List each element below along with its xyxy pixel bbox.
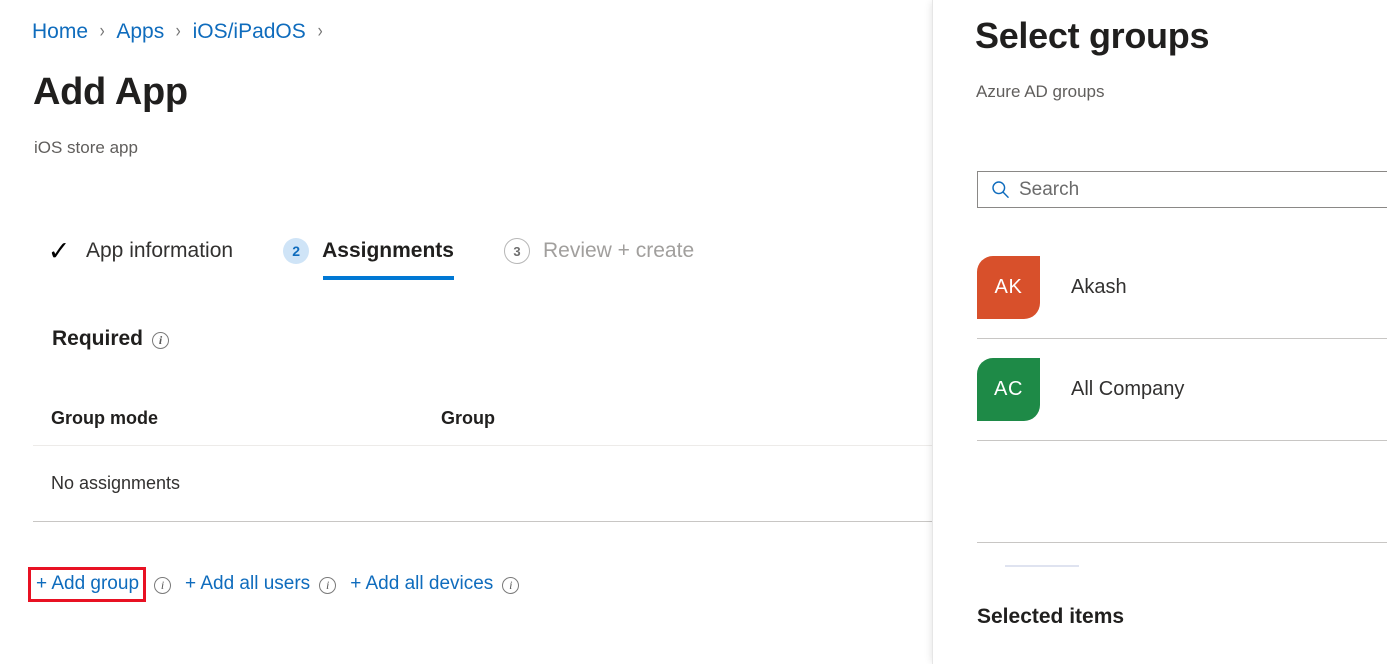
- list-item[interactable]: AK Akash: [977, 237, 1387, 339]
- breadcrumb-item-ios-ipados[interactable]: iOS/iPadOS: [193, 20, 306, 44]
- info-icon[interactable]: i: [319, 577, 336, 594]
- info-icon[interactable]: i: [502, 577, 519, 594]
- search-box[interactable]: [977, 171, 1387, 208]
- add-group-highlight-box: + Add group: [28, 567, 146, 602]
- wizard-step-assignments[interactable]: 2 Assignments: [283, 238, 454, 280]
- breadcrumb: Home › Apps › iOS/iPadOS ›: [32, 20, 334, 44]
- list-item[interactable]: AC All Company: [977, 339, 1387, 441]
- column-header-group: Group: [441, 408, 495, 429]
- page-title: Add App: [33, 72, 188, 114]
- check-icon: ✓: [46, 238, 72, 264]
- add-group-button[interactable]: + Add group: [36, 573, 139, 595]
- assignment-action-links: + Add group i + Add all users i + Add al…: [33, 568, 519, 600]
- wizard-step-label: Assignments: [322, 239, 454, 263]
- main-content-pane: Home › Apps › iOS/iPadOS › Add App iOS s…: [0, 0, 932, 664]
- partial-row-sliver: [1005, 565, 1079, 567]
- flyout-title: Select groups: [975, 16, 1209, 56]
- breadcrumb-separator-icon: ›: [176, 21, 181, 43]
- wizard-step-app-information[interactable]: ✓ App information: [46, 238, 233, 280]
- required-section-heading: Required i: [52, 327, 169, 351]
- group-name: All Company: [1071, 378, 1184, 401]
- flyout-subtitle: Azure AD groups: [976, 82, 1105, 102]
- page-subtitle: iOS store app: [34, 138, 138, 158]
- wizard-step-review-create[interactable]: 3 Review + create: [504, 238, 694, 280]
- group-name: Akash: [1071, 276, 1127, 299]
- search-input[interactable]: [1019, 179, 1386, 201]
- group-list-empty-row: [977, 441, 1387, 543]
- add-all-devices-button[interactable]: + Add all devices: [350, 573, 493, 595]
- assignments-table: Group mode Group No assignments: [33, 408, 932, 522]
- breadcrumb-item-apps[interactable]: Apps: [116, 20, 164, 44]
- select-groups-flyout: Select groups Azure AD groups AK Akash A…: [932, 0, 1387, 664]
- required-label: Required: [52, 327, 143, 351]
- active-tab-underline: [323, 276, 454, 280]
- wizard-step-label: App information: [86, 239, 233, 263]
- column-header-group-mode: Group mode: [51, 408, 441, 429]
- add-all-users-action: + Add all users i: [185, 573, 336, 595]
- step-number-badge: 2: [283, 238, 309, 264]
- wizard-steps: ✓ App information 2 Assignments 3 Review…: [46, 238, 694, 298]
- add-all-devices-action: + Add all devices i: [350, 573, 519, 595]
- info-icon[interactable]: i: [154, 577, 171, 594]
- cell-no-assignments: No assignments: [51, 473, 180, 494]
- breadcrumb-separator-icon: ›: [317, 21, 322, 43]
- table-header-row: Group mode Group: [33, 408, 932, 446]
- info-icon[interactable]: i: [152, 332, 169, 349]
- avatar: AC: [977, 358, 1040, 421]
- add-group-action: + Add group i: [33, 567, 171, 602]
- step-number-badge: 3: [504, 238, 530, 264]
- wizard-step-label: Review + create: [543, 239, 694, 263]
- search-icon: [991, 180, 1010, 199]
- breadcrumb-separator-icon: ›: [100, 21, 105, 43]
- selected-items-heading: Selected items: [977, 605, 1124, 629]
- group-list: AK Akash AC All Company: [977, 237, 1387, 543]
- table-row: No assignments: [33, 446, 932, 521]
- breadcrumb-item-home[interactable]: Home: [32, 20, 88, 44]
- add-all-users-button[interactable]: + Add all users: [185, 573, 310, 595]
- table-body: No assignments: [33, 446, 932, 522]
- avatar: AK: [977, 256, 1040, 319]
